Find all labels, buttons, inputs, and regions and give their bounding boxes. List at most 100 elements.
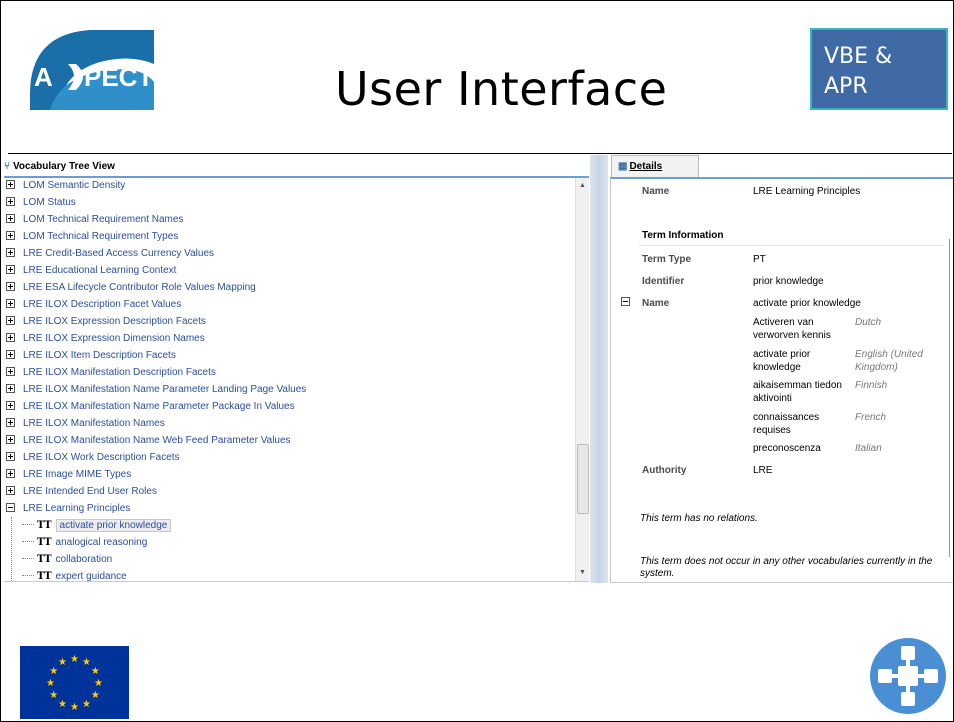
slide-title: User Interface [335, 62, 668, 116]
tree-heading-label: Vocabulary Tree View [13, 161, 115, 172]
expand-icon[interactable] [6, 367, 15, 376]
identifier-label: Identifier [642, 276, 685, 287]
tree-node-label[interactable]: LRE ILOX Manifestation Names [23, 418, 165, 429]
tree-node[interactable]: LRE ILOX Manifestation Name Parameter La… [4, 381, 574, 398]
tree-node[interactable]: LRE ILOX Manifestation Description Facet… [4, 364, 574, 381]
tree-node-label[interactable]: LRE Learning Principles [23, 503, 130, 514]
tree-node[interactable]: LOM Technical Requirement Types [4, 228, 574, 245]
eu-star-icon: ★ [70, 654, 79, 665]
expand-icon[interactable] [6, 435, 15, 444]
panel-splitter[interactable] [590, 155, 608, 583]
expand-icon[interactable] [6, 333, 15, 342]
tree-node-label[interactable]: LRE ESA Lifecycle Contributor Role Value… [23, 282, 256, 293]
tree-child-term[interactable]: TT expert guidance [4, 568, 574, 582]
expand-icon[interactable] [6, 401, 15, 410]
tree-node-label[interactable]: LRE ILOX Expression Dimension Names [23, 333, 205, 344]
aspect-logo: A PECT [20, 24, 162, 116]
tree-node[interactable]: LRE ILOX Description Facet Values [4, 296, 574, 313]
tree-scrollbar[interactable]: ▲ ▼ [575, 178, 589, 581]
vocabulary-tree[interactable]: LOM Semantic Density LOM Status LOM Techni… [4, 176, 589, 582]
tree-node-label[interactable]: LOM Technical Requirement Names [23, 214, 183, 225]
identifier-value: prior knowledge [753, 276, 824, 287]
tree-icon: ⑂ [4, 161, 10, 172]
term-label[interactable]: analogical reasoning [56, 537, 148, 548]
expand-icon[interactable] [6, 197, 15, 206]
tree-node[interactable]: LOM Status [4, 194, 574, 211]
tab-details[interactable]: ▦ Details [611, 155, 699, 177]
tree-node[interactable]: LRE ILOX Manifestation Name Parameter Pa… [4, 398, 574, 415]
eu-star-icon: ★ [58, 657, 67, 668]
tree-child-term[interactable]: TT activate prior knowledge [4, 517, 574, 534]
tree-node-label[interactable]: LRE Image MIME Types [23, 469, 131, 480]
tree-node-label[interactable]: LRE Credit-Based Access Currency Values [23, 248, 214, 259]
authority-value: LRE [753, 465, 773, 476]
tree-child-term[interactable]: TT collaboration [4, 551, 574, 568]
eu-star-icon: ★ [82, 699, 91, 710]
term-name-label: Name [642, 298, 670, 309]
translation-text: connaissances requises [753, 412, 820, 436]
tree-node-label[interactable]: LRE ILOX Manifestation Description Facet… [23, 367, 216, 378]
translation-language: Italian [855, 443, 882, 454]
expand-icon[interactable] [6, 282, 15, 291]
tree-node-label[interactable]: LRE ILOX Expression Description Facets [23, 316, 206, 327]
collapse-names-icon[interactable] [621, 297, 630, 306]
tree-node[interactable]: LRE Educational Learning Context [4, 262, 574, 279]
expand-icon[interactable] [6, 265, 15, 274]
tree-node[interactable]: LRE ILOX Manifestation Names [4, 415, 574, 432]
tree-connector [22, 558, 34, 559]
tree-node[interactable]: LRE ESA Lifecycle Contributor Role Value… [4, 279, 574, 296]
selected-term-label[interactable]: activate prior knowledge [55, 519, 172, 532]
tree-node-label[interactable]: LRE ILOX Manifestation Name Web Feed Par… [23, 435, 291, 446]
tree-node-label[interactable]: LOM Semantic Density [23, 180, 125, 191]
term-icon: TT [37, 571, 52, 582]
eu-star-icon: ★ [49, 690, 58, 701]
expand-icon[interactable] [6, 469, 15, 478]
tree-node-label[interactable]: LRE ILOX Item Description Facets [23, 350, 176, 361]
term-type-value: PT [753, 254, 766, 265]
tree-node[interactable]: LRE Image MIME Types [4, 466, 574, 483]
collapse-icon[interactable] [6, 503, 15, 512]
scroll-up-arrow-icon[interactable]: ▲ [579, 182, 586, 189]
tree-node[interactable]: LRE ILOX Work Description Facets [4, 449, 574, 466]
tree-node-label[interactable]: LOM Status [23, 197, 76, 208]
eu-star-icon: ★ [46, 678, 55, 689]
tree-node-label[interactable]: LRE ILOX Description Facet Values [23, 299, 181, 310]
scroll-down-arrow-icon[interactable]: ▼ [579, 569, 586, 576]
expand-icon[interactable] [6, 418, 15, 427]
tree-node-label[interactable]: LRE ILOX Manifestation Name Parameter La… [23, 384, 306, 395]
tree-node[interactable]: LRE ILOX Item Description Facets [4, 347, 574, 364]
term-label[interactable]: expert guidance [56, 571, 127, 581]
expand-icon[interactable] [6, 350, 15, 359]
expand-icon[interactable] [6, 231, 15, 240]
term-information-heading: Term Information [642, 230, 724, 241]
expand-icon[interactable] [6, 486, 15, 495]
tree-node[interactable]: LRE Credit-Based Access Currency Values [4, 245, 574, 262]
tree-node[interactable]: LRE ILOX Expression Description Facets [4, 313, 574, 330]
details-scroll-edge[interactable] [949, 239, 953, 557]
tree-node-label[interactable]: LRE Educational Learning Context [23, 265, 176, 276]
tree-node[interactable]: LOM Semantic Density [4, 178, 574, 194]
expand-icon[interactable] [6, 384, 15, 393]
term-label[interactable]: collaboration [56, 554, 113, 565]
scroll-thumb[interactable] [577, 444, 589, 514]
tree-node-label[interactable]: LRE Intended End User Roles [23, 486, 157, 497]
tree-child-term[interactable]: TT analogical reasoning [4, 534, 574, 551]
expand-icon[interactable] [6, 180, 15, 189]
tree-node-label[interactable]: LRE ILOX Manifestation Name Parameter Pa… [23, 401, 295, 412]
expand-icon[interactable] [6, 299, 15, 308]
expand-icon[interactable] [6, 316, 15, 325]
tree-node[interactable]: LRE Intended End User Roles [4, 483, 574, 500]
tree-node[interactable]: LRE ILOX Expression Dimension Names [4, 330, 574, 347]
badge-line-2: APR [824, 74, 868, 99]
tree-node[interactable]: LRE Learning Principles [4, 500, 574, 517]
tree-node-label[interactable]: LRE ILOX Work Description Facets [23, 452, 180, 463]
expand-icon[interactable] [6, 214, 15, 223]
tree-node-label[interactable]: LOM Technical Requirement Types [23, 231, 178, 242]
expand-icon[interactable] [6, 452, 15, 461]
term-icon: TT [37, 537, 52, 548]
tree-node[interactable]: LOM Technical Requirement Names [4, 211, 574, 228]
eu-star-icon: ★ [58, 699, 67, 710]
tree-node[interactable]: LRE ILOX Manifestation Name Web Feed Par… [4, 432, 574, 449]
expand-icon[interactable] [6, 248, 15, 257]
details-icon: ▦ [618, 161, 628, 172]
